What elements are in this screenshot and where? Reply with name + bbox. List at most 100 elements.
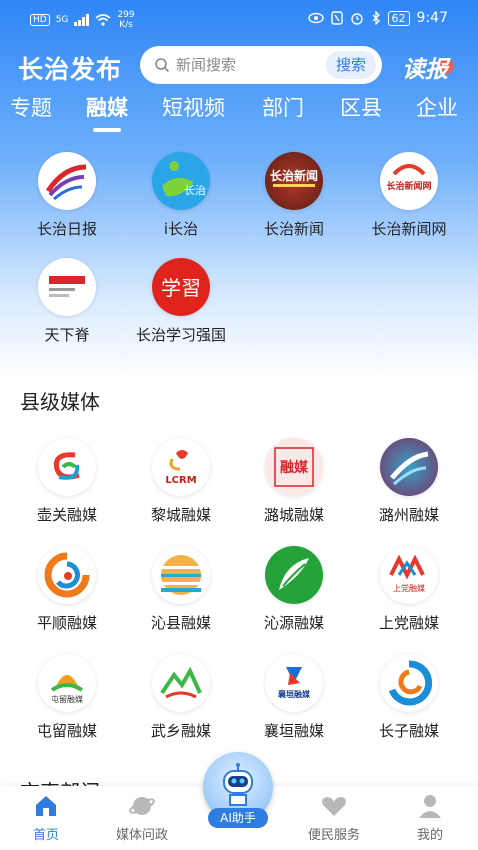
search-input[interactable]	[176, 56, 296, 74]
lucheng-logo: 融媒	[265, 438, 323, 496]
heart-hands-icon	[322, 797, 346, 816]
speed-unit: K/s	[119, 20, 133, 30]
battery-level: 62	[387, 10, 410, 26]
i-changzhi-logo: 长治	[152, 152, 210, 210]
signal-icon	[74, 14, 90, 26]
nav-media-inquiry[interactable]: 媒体问政	[102, 792, 182, 843]
nfc-icon	[330, 11, 343, 25]
read-paper-button[interactable]: 读报	[402, 50, 454, 84]
county-item-licheng[interactable]: LCRM 黎城融媒	[121, 438, 241, 525]
tunliu-logo: 屯留融媒	[38, 654, 96, 712]
nav-label: 我的	[416, 828, 443, 843]
huguan-logo	[38, 438, 96, 496]
network-type: 5G	[55, 15, 69, 25]
app-title: 长治发布	[18, 55, 123, 84]
xuexi-logo-text: 学習	[161, 276, 201, 300]
changzhi-news-logo-text: 长治新闻	[270, 168, 318, 183]
county-item-tunliu[interactable]: 屯留融媒 屯留融媒	[7, 654, 127, 741]
media-item-tianxiaji[interactable]: 天下脊	[7, 258, 127, 345]
xiangyuan-logo: 襄垣融媒	[265, 654, 323, 712]
nav-home[interactable]: 首页	[6, 792, 86, 843]
qinxian-logo	[152, 546, 210, 604]
nav-label: 媒体问政	[115, 828, 168, 843]
county-item-lucheng[interactable]: 融媒 潞城融媒	[234, 438, 354, 525]
home-icon	[36, 796, 56, 816]
county-media-title: 县级媒体	[20, 390, 100, 414]
read-paper-label: 读报	[402, 57, 448, 83]
county-label: 平顺融媒	[36, 614, 97, 632]
qinyuan-logo	[265, 546, 323, 604]
wuxiang-logo	[152, 654, 210, 712]
ai-assistant-label: AI助手	[208, 808, 268, 828]
media-label: 长治新闻	[263, 220, 324, 238]
media-item-xuexi[interactable]: 学習 长治学习强国	[121, 258, 241, 345]
shangdang-logo: 上党融媒	[380, 546, 438, 604]
changzhi-news-web-logo-text: 长治新闻网	[386, 180, 431, 192]
media-item-changzhi-news-web[interactable]: 长治新闻网 长治新闻网	[349, 152, 469, 239]
media-label: i长治	[163, 220, 199, 238]
licheng-logo-text: LCRM	[165, 475, 196, 486]
county-label: 长子融媒	[378, 722, 439, 740]
tianxiaji-logo	[38, 258, 96, 316]
nav-label: 便民服务	[307, 828, 360, 843]
search-bar[interactable]: 搜索	[140, 46, 382, 84]
county-label: 武乡融媒	[150, 722, 211, 740]
eye-icon	[307, 12, 324, 24]
wifi-icon	[95, 14, 111, 26]
tab-short-video[interactable]: 短视频	[162, 92, 225, 122]
county-label: 潞州融媒	[378, 506, 439, 524]
county-item-qinxian[interactable]: 沁县融媒	[121, 546, 241, 633]
county-item-zhangzi[interactable]: 长子融媒	[349, 654, 469, 741]
ai-assistant-button[interactable]: AI助手	[200, 752, 276, 830]
county-item-wuxiang[interactable]: 武乡融媒	[121, 654, 241, 741]
bluetooth-icon	[372, 11, 380, 25]
category-tabs: 专题 融媒 短视频 部门 区县 企业	[0, 92, 478, 132]
media-item-changzhi-news[interactable]: 长治新闻 长治新闻	[234, 152, 354, 239]
county-item-pingshun[interactable]: 平顺融媒	[7, 546, 127, 633]
changzhi-news-logo: 长治新闻	[265, 152, 323, 210]
media-label: 天下脊	[44, 326, 90, 344]
media-item-changzhi-daily[interactable]: 长治日报	[7, 152, 127, 239]
media-item-i-changzhi[interactable]: 长治 i长治	[121, 152, 241, 239]
county-label: 襄垣融媒	[263, 722, 324, 740]
county-label: 沁县融媒	[150, 614, 211, 632]
media-label: 长治新闻网	[371, 220, 447, 238]
media-label: 长治日报	[36, 220, 97, 238]
clock: 9:47	[416, 10, 448, 26]
media-label: 长治学习强国	[135, 326, 226, 344]
header: 长治发布 搜索 读报	[0, 44, 478, 88]
planet-icon	[129, 797, 155, 815]
user-icon	[419, 795, 441, 818]
xuexi-logo: 学習	[152, 258, 210, 316]
county-item-xiangyuan[interactable]: 襄垣融媒 襄垣融媒	[234, 654, 354, 741]
changzhi-daily-logo	[38, 152, 96, 210]
tab-media[interactable]: 融媒	[86, 92, 128, 132]
county-item-luzhou[interactable]: 潞州融媒	[349, 438, 469, 525]
county-label: 沁源融媒	[263, 614, 324, 632]
nav-label: 首页	[32, 828, 59, 843]
county-item-shangdang[interactable]: 上党融媒 上党融媒	[349, 546, 469, 633]
county-label: 潞城融媒	[263, 506, 324, 524]
county-item-qinyuan[interactable]: 沁源融媒	[234, 546, 354, 633]
alarm-icon	[350, 13, 363, 25]
network-speed: 299 K/s	[117, 10, 134, 30]
i-changzhi-logo-text: 长治	[184, 183, 206, 197]
hd-badge: HD	[30, 14, 50, 26]
tab-enterprises[interactable]: 企业	[416, 92, 458, 122]
xiangyuan-logo-text: 襄垣融媒	[277, 689, 311, 699]
county-label: 屯留融媒	[36, 722, 97, 740]
county-item-huguan[interactable]: 壶关融媒	[7, 438, 127, 525]
county-label: 壶关融媒	[36, 506, 97, 524]
status-bar: HD 5G 299 K/s 62 9:47	[0, 0, 478, 40]
tab-topics[interactable]: 专题	[10, 92, 52, 122]
licheng-logo: LCRM	[152, 438, 210, 496]
nav-services[interactable]: 便民服务	[294, 792, 374, 843]
changzhi-news-web-logo: 长治新闻网	[380, 152, 438, 210]
county-label: 上党融媒	[378, 614, 439, 632]
search-button[interactable]: 搜索	[325, 51, 376, 79]
tab-departments[interactable]: 部门	[262, 92, 304, 122]
lucheng-logo-text: 融媒	[280, 459, 309, 476]
speed-value: 299	[117, 10, 135, 20]
nav-mine[interactable]: 我的	[390, 792, 470, 843]
tab-districts[interactable]: 区县	[340, 92, 382, 122]
